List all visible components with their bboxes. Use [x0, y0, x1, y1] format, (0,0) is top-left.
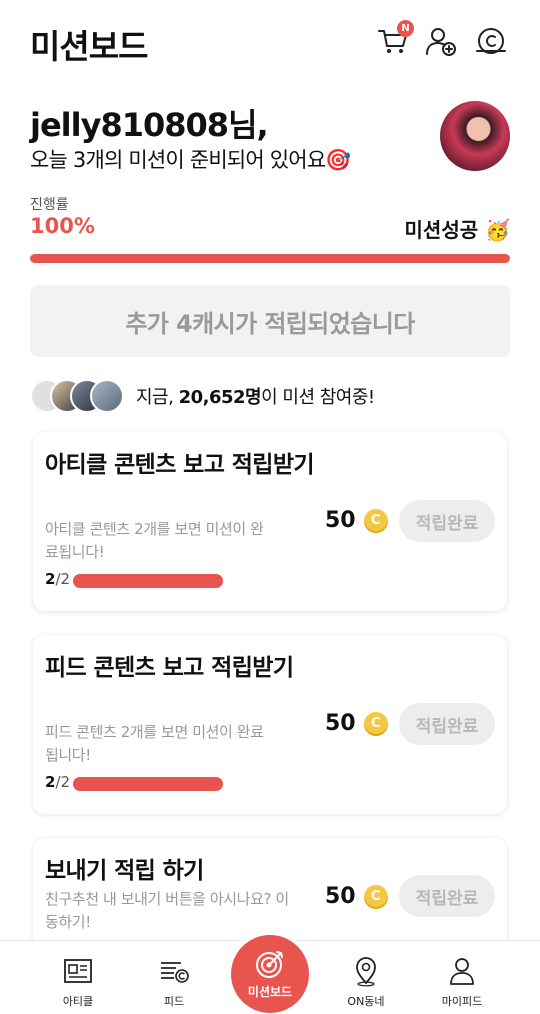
cash-button[interactable] — [474, 24, 508, 58]
cart-button[interactable]: N — [376, 20, 414, 58]
add-friend-button[interactable] — [424, 24, 458, 58]
mission-reward: 50 C — [325, 884, 388, 909]
mission-description: 친구추천 내 보내기 버튼을 아시나요? 이동하기! — [45, 890, 289, 931]
participants-text: 지금, 20,652명이 미션 참여중! — [136, 383, 375, 409]
nav-label: 마이피드 — [441, 995, 483, 1008]
mission-total: /2 — [55, 570, 71, 588]
participants-suffix: 이 미션 참여중! — [261, 387, 375, 408]
location-pin-icon — [356, 957, 376, 987]
participants-count: 20,652명 — [178, 387, 262, 408]
reward-complete-button[interactable]: 적립완료 — [399, 703, 495, 745]
nav-label: 미션보드 — [247, 985, 293, 999]
nav-item-mission-board[interactable]: 미션보드 — [231, 935, 309, 1013]
progress-value: 100% — [30, 214, 95, 238]
mission-progress-fill — [73, 574, 223, 588]
progress-bar-fill — [30, 254, 510, 263]
nav-item-on-neighborhood[interactable]: ON동네 — [326, 955, 406, 1009]
mission-title: 아티클 콘텐츠 보고 적립받기 — [45, 452, 315, 478]
nav-item-article[interactable]: 아티클 — [38, 955, 118, 1009]
reward-amount: 50 — [325, 508, 356, 533]
mission-done: 2 — [45, 570, 56, 588]
bonus-cash-notice[interactable]: 추가 4캐시가 적립되었습니다 — [30, 285, 510, 357]
add-friend-icon — [426, 28, 456, 56]
mission-done: 2 — [45, 773, 56, 791]
mission-progress-fill — [73, 777, 223, 791]
profile-avatar[interactable] — [440, 101, 510, 171]
coin-icon: C — [363, 508, 388, 533]
mission-description: 피드 콘텐츠 2개를 보면 미션이 완료됩니다! — [45, 723, 264, 764]
progress-bar — [30, 254, 510, 263]
mission-success-label: 미션성공 🥳 — [404, 218, 510, 242]
target-icon — [256, 951, 283, 978]
nav-label: 아티클 — [62, 995, 94, 1008]
mission-card[interactable]: 피드 콘텐츠 보고 적립받기 피드 콘텐츠 2개를 보면 미션이 완료됩니다! … — [33, 635, 507, 814]
reward-amount: 50 — [325, 884, 356, 909]
cash-icon — [476, 28, 506, 54]
mission-reward: 50 C — [325, 508, 388, 533]
page-title: 미션보드 — [30, 27, 148, 66]
nav-label: ON동네 — [347, 995, 385, 1008]
progress-label: 진행률 — [30, 197, 69, 213]
user-greeting: jelly810808님, — [30, 106, 269, 144]
mission-reward: 50 C — [325, 711, 388, 736]
mission-total: /2 — [55, 773, 71, 791]
coin-icon: C — [363, 884, 388, 909]
mission-title: 보내기 적립 하기 — [45, 858, 204, 884]
cart-badge: N — [397, 20, 414, 37]
reward-complete-button[interactable]: 적립완료 — [399, 500, 495, 542]
reward-complete-button[interactable]: 적립완료 — [399, 875, 495, 917]
reward-amount: 50 — [325, 711, 356, 736]
nav-item-my-feed[interactable]: 마이피드 — [422, 955, 502, 1009]
nav-item-feed[interactable]: 피드 — [134, 955, 214, 1009]
mission-progress-bar — [73, 777, 223, 791]
participants-row: 지금, 20,652명이 미션 참여중! — [30, 377, 375, 415]
article-icon — [64, 959, 92, 983]
mission-description: 아티클 콘텐츠 2개를 보면 미션이 완료됩니다! — [45, 520, 264, 561]
mission-count: 2/2 — [45, 570, 70, 588]
participants-prefix: 지금, — [136, 387, 179, 408]
mission-count: 2/2 — [45, 773, 70, 791]
coin-icon: C — [363, 711, 388, 736]
mission-card[interactable]: 아티클 콘텐츠 보고 적립받기 아티클 콘텐츠 2개를 보면 미션이 완료됩니다… — [33, 432, 507, 611]
header: 미션보드 N — [0, 0, 540, 84]
nav-label: 피드 — [163, 995, 185, 1008]
participant-avatar — [90, 379, 124, 413]
mission-progress-bar — [73, 574, 223, 588]
mission-title: 피드 콘텐츠 보고 적립받기 — [45, 655, 294, 681]
person-icon — [450, 958, 474, 985]
mission-count-text: 오늘 3개의 미션이 준비되어 있어요🎯 — [30, 148, 352, 172]
feed-icon — [161, 962, 189, 983]
